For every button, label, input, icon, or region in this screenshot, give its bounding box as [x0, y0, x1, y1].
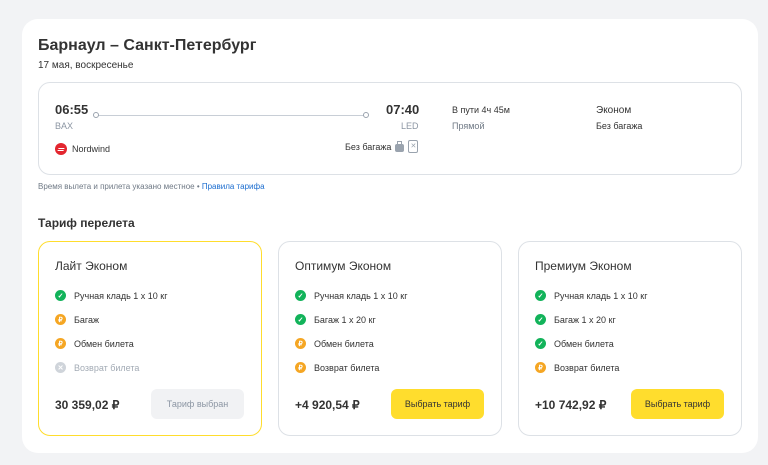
feature-label: Возврат билета [314, 362, 380, 373]
feature-exchange: ₽ Обмен билета [295, 338, 374, 349]
feature-hand-luggage: ✓ Ручная кладь 1 х 10 кг [535, 290, 648, 301]
tariff-price: +4 920,54 ₽ [295, 398, 360, 412]
arrival-airport-code: LED [401, 121, 419, 131]
select-tariff-button[interactable]: Выбрать тариф [631, 389, 724, 419]
tariff-name: Премиум Эконом [535, 259, 632, 273]
airline: Nordwind [55, 143, 110, 155]
check-icon: ✓ [535, 338, 546, 349]
airline-logo-icon [55, 143, 67, 155]
tariff-card-optimum[interactable]: Оптимум Эконом ✓ Ручная кладь 1 х 10 кг … [278, 241, 502, 436]
arrival-time: 07:40 [386, 102, 420, 117]
baggage-summary: Без багажа [596, 121, 643, 131]
route-title: Барнаул – Санкт-Петербург [38, 37, 257, 54]
feature-baggage: ✓ Багаж 1 х 20 кг [295, 314, 376, 325]
paid-icon: ₽ [295, 362, 306, 373]
check-icon: ✓ [295, 290, 306, 301]
feature-refund: ₽ Возврат билета [535, 362, 619, 373]
route-end-dot [363, 112, 369, 118]
select-tariff-button[interactable]: Выбрать тариф [391, 389, 484, 419]
baggage-label: Без багажа [345, 141, 392, 152]
feature-label: Ручная кладь 1 х 10 кг [314, 290, 408, 301]
route-start-dot [93, 112, 99, 118]
paid-icon: ₽ [535, 362, 546, 373]
tariff-section-title: Тариф перелета [38, 216, 135, 230]
tariff-selected-button[interactable]: Тариф выбран [151, 389, 244, 419]
feature-exchange: ✓ Обмен билета [535, 338, 614, 349]
feature-label: Обмен билета [554, 338, 614, 349]
no-baggage-icon: ✕ [408, 140, 419, 153]
feature-refund: ✕ Возврат билета [55, 362, 139, 373]
time-note: Время вылета и прилета указано местное •… [38, 182, 265, 191]
feature-baggage: ₽ Багаж [55, 314, 99, 325]
baggage-info: Без багажа ✕ [345, 140, 419, 153]
cabin-class: Эконом [596, 105, 632, 116]
feature-label: Обмен билета [74, 338, 134, 349]
feature-baggage: ✓ Багаж 1 х 20 кг [535, 314, 616, 325]
feature-label: Багаж 1 х 20 кг [314, 314, 376, 325]
feature-label: Возврат билета [554, 362, 620, 373]
tariff-card-premium[interactable]: Премиум Эконом ✓ Ручная кладь 1 х 10 кг … [518, 241, 742, 436]
tariff-name: Лайт Эконом [55, 259, 128, 273]
departure-time: 06:55 [55, 102, 89, 117]
hand-luggage-icon [395, 140, 405, 152]
check-icon: ✓ [55, 290, 66, 301]
check-icon: ✓ [295, 314, 306, 325]
tariff-price: +10 742,92 ₽ [535, 398, 607, 412]
check-icon: ✓ [535, 290, 546, 301]
paid-icon: ₽ [295, 338, 306, 349]
feature-label: Ручная кладь 1 х 10 кг [74, 290, 168, 301]
flight-date: 17 мая, воскресенье [38, 60, 134, 71]
flight-duration: В пути 4ч 45м [452, 105, 510, 115]
flight-details-card: Барнаул – Санкт-Петербург 17 мая, воскре… [22, 19, 758, 453]
tariff-card-light[interactable]: Лайт Эконом ✓ Ручная кладь 1 х 10 кг ₽ Б… [38, 241, 262, 436]
flight-stops: Прямой [452, 121, 485, 131]
airline-name: Nordwind [72, 144, 111, 154]
paid-icon: ₽ [55, 314, 66, 325]
unavailable-icon: ✕ [55, 362, 66, 373]
flight-segment: 06:55 BAX 07:40 LED В пути 4ч 45м Прямой… [38, 82, 742, 175]
tariff-rules-link[interactable]: Правила тарифа [202, 182, 265, 191]
route-line [95, 115, 367, 116]
tariff-name: Оптимум Эконом [295, 259, 392, 273]
departure-airport-code: BAX [55, 121, 74, 131]
feature-hand-luggage: ✓ Ручная кладь 1 х 10 кг [295, 290, 408, 301]
feature-label: Багаж 1 х 20 кг [554, 314, 616, 325]
feature-hand-luggage: ✓ Ручная кладь 1 х 10 кг [55, 290, 168, 301]
time-note-text: Время вылета и прилета указано местное • [38, 182, 202, 191]
feature-label: Возврат билета [74, 362, 140, 373]
feature-label: Ручная кладь 1 х 10 кг [554, 290, 648, 301]
feature-label: Багаж [74, 314, 100, 325]
feature-refund: ₽ Возврат билета [295, 362, 379, 373]
feature-exchange: ₽ Обмен билета [55, 338, 134, 349]
feature-label: Обмен билета [314, 338, 374, 349]
paid-icon: ₽ [55, 338, 66, 349]
tariff-price: 30 359,02 ₽ [55, 398, 120, 412]
check-icon: ✓ [535, 314, 546, 325]
